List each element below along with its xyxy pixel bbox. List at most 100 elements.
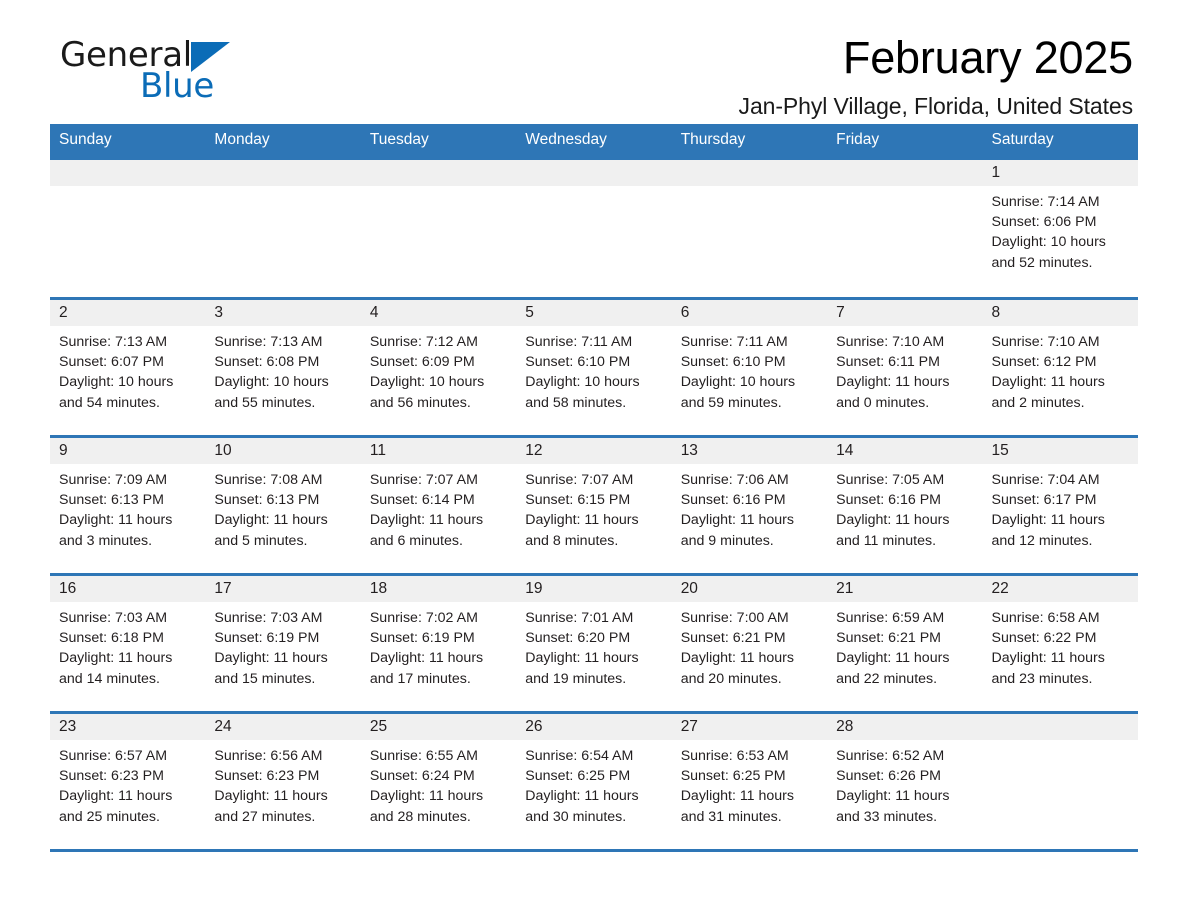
calendar-day-cell[interactable]: 20 Sunrise: 7:00 AM Sunset: 6:21 PM Dayligh… — [671, 573, 828, 713]
calendar-day-cell[interactable]: 1 Sunrise: 7:14 AM Sunset: 6:06 PM Daylight… — [982, 157, 1138, 299]
day-cell-inner: 23 Sunrise: 6:57 AM Sunset: 6:23 PM Dayligh… — [50, 714, 206, 849]
day-number — [671, 160, 828, 186]
day-info-line: Daylight: 11 hours — [369, 650, 484, 667]
day-info-line: Daylight: 11 hours — [369, 512, 484, 529]
calendar-day-cell[interactable]: 16 Sunrise: 7:03 AM Sunset: 6:18 PM Dayligh… — [50, 573, 206, 713]
day-number: 16 — [50, 576, 206, 602]
calendar-day-cell[interactable]: 8 Sunrise: 7:10 AM Sunset: 6:12 PM Daylight… — [982, 297, 1138, 437]
day-number: 18 — [360, 576, 517, 602]
day-cell-inner: 22 Sunrise: 6:58 AM Sunset: 6:22 PM Dayligh… — [982, 576, 1138, 711]
day-info-line: Daylight: 11 hours — [836, 650, 950, 667]
day-info-line: Sunset: 6:25 PM — [680, 768, 786, 785]
day-sun-info: Sunrise: 7:07 AM Sunset: 6:15 PM Daylight:… — [516, 464, 671, 551]
day-cell-inner: 12 Sunrise: 7:07 AM Sunset: 6:15 PM Dayligh… — [516, 438, 672, 573]
day-info-line: Sunset: 6:09 PM — [369, 354, 475, 371]
day-number: 12 — [516, 438, 672, 464]
calendar-day-cell[interactable]: 6 Sunrise: 7:11 AM Sunset: 6:10 PM Daylight… — [671, 297, 828, 437]
calendar-day-cell[interactable]: 13 Sunrise: 7:06 AM Sunset: 6:16 PM Dayligh… — [671, 435, 828, 575]
calendar-week-row: 16 Sunrise: 7:03 AM Sunset: 6:18 PM Dayligh… — [50, 573, 1138, 713]
day-info-line: and 52 minutes. — [991, 254, 1093, 271]
calendar-day-cell[interactable]: 15 Sunrise: 7:04 AM Sunset: 6:17 PM Dayligh… — [982, 435, 1138, 575]
day-info-line: Sunset: 6:21 PM — [836, 630, 941, 647]
calendar-day-cell[interactable]: 11 Sunrise: 7:07 AM Sunset: 6:14 PM Dayligh… — [360, 435, 517, 575]
calendar-day-cell[interactable]: 28 Sunrise: 6:52 AM Sunset: 6:26 PM Dayligh… — [827, 711, 983, 849]
day-cell-inner: 24 Sunrise: 6:56 AM Sunset: 6:23 PM Dayligh… — [205, 714, 361, 849]
calendar-day-cell[interactable]: 26 Sunrise: 6:54 AM Sunset: 6:25 PM Dayligh… — [516, 711, 672, 849]
calendar-day-cell[interactable]: 12 Sunrise: 7:07 AM Sunset: 6:15 PM Dayligh… — [516, 435, 672, 575]
day-info-line: Sunrise: 7:14 AM — [991, 194, 1100, 210]
day-info-line: Daylight: 11 hours — [525, 650, 639, 667]
day-sun-info: Sunrise: 7:10 AM Sunset: 6:12 PM Daylight:… — [983, 326, 1138, 413]
day-sun-info: Sunrise: 7:09 AM Sunset: 6:13 PM Daylight:… — [50, 464, 205, 551]
calendar-day-cell[interactable]: 17 Sunrise: 7:03 AM Sunset: 6:19 PM Dayligh… — [205, 573, 361, 713]
day-cell-inner: 14 Sunrise: 7:05 AM Sunset: 6:16 PM Dayligh… — [827, 438, 983, 573]
calendar-day-cell[interactable]: 14 Sunrise: 7:05 AM Sunset: 6:16 PM Dayligh… — [827, 435, 983, 575]
day-number: 17 — [205, 576, 361, 602]
calendar-head: Sunday Monday Tuesday Wednesday Thursday Frid… — [50, 124, 1138, 159]
day-number: 15 — [982, 438, 1138, 464]
day-info-line: and 6 minutes. — [369, 532, 463, 549]
day-info-line: Sunset: 6:10 PM — [525, 354, 631, 371]
day-info-line: Daylight: 11 hours — [991, 512, 1105, 529]
weekday-header-wednesday: Wednesday — [516, 124, 672, 159]
day-cell-inner — [671, 160, 828, 297]
day-info-line: Sunrise: 6:53 AM — [680, 748, 789, 764]
day-number: 9 — [50, 438, 206, 464]
day-cell-inner: 9 Sunrise: 7:09 AM Sunset: 6:13 PM Daylight… — [50, 438, 206, 573]
day-sun-info: Sunrise: 7:04 AM Sunset: 6:17 PM Daylight:… — [983, 464, 1138, 551]
day-info-line: Daylight: 11 hours — [680, 650, 794, 667]
day-info-line: and 33 minutes. — [836, 808, 938, 825]
day-cell-inner: 4 Sunrise: 7:12 AM Sunset: 6:09 PM Daylight… — [360, 300, 517, 435]
day-info-line: Daylight: 11 hours — [680, 512, 794, 529]
day-number — [827, 160, 983, 186]
calendar-day-cell[interactable]: 3 Sunrise: 7:13 AM Sunset: 6:08 PM Daylight… — [205, 297, 361, 437]
day-info-line: Sunrise: 7:07 AM — [525, 472, 634, 488]
calendar-day-cell[interactable]: 4 Sunrise: 7:12 AM Sunset: 6:09 PM Daylight… — [360, 297, 517, 437]
day-info-line: Daylight: 10 hours — [369, 374, 485, 391]
day-sun-info: Sunrise: 6:53 AM Sunset: 6:25 PM Daylight:… — [672, 740, 827, 827]
day-number: 14 — [827, 438, 983, 464]
calendar-day-cell[interactable]: 5 Sunrise: 7:11 AM Sunset: 6:10 PM Daylight… — [516, 297, 672, 437]
day-info-line: Sunset: 6:26 PM — [836, 768, 941, 785]
day-info-line: and 5 minutes. — [214, 532, 308, 549]
day-sun-info: Sunrise: 7:03 AM Sunset: 6:18 PM Daylight:… — [50, 602, 205, 689]
calendar-day-cell[interactable]: 23 Sunrise: 6:57 AM Sunset: 6:23 PM Dayligh… — [50, 711, 206, 849]
calendar-day-cell[interactable]: 10 Sunrise: 7:08 AM Sunset: 6:13 PM Dayligh… — [205, 435, 361, 575]
day-number: 6 — [671, 300, 828, 326]
day-cell-inner: 25 Sunrise: 6:55 AM Sunset: 6:24 PM Dayligh… — [360, 714, 517, 849]
day-cell-inner: 6 Sunrise: 7:11 AM Sunset: 6:10 PM Daylight… — [671, 300, 828, 435]
calendar-day-cell[interactable]: 21 Sunrise: 6:59 AM Sunset: 6:21 PM Dayligh… — [827, 573, 983, 713]
day-cell-inner — [516, 160, 672, 297]
calendar-day-cell[interactable]: 18 Sunrise: 7:02 AM Sunset: 6:19 PM Dayligh… — [360, 573, 517, 713]
calendar-day-cell[interactable]: 22 Sunrise: 6:58 AM Sunset: 6:22 PM Dayligh… — [982, 573, 1138, 713]
day-info-line: Sunrise: 7:13 AM — [214, 334, 323, 350]
day-info-line: Sunrise: 7:00 AM — [680, 610, 789, 626]
calendar-day-cell[interactable]: 27 Sunrise: 6:53 AM Sunset: 6:25 PM Dayligh… — [671, 711, 828, 849]
day-info-line: and 0 minutes. — [836, 394, 930, 411]
day-sun-info — [516, 186, 671, 192]
day-info-line: Sunset: 6:16 PM — [680, 492, 786, 509]
calendar-day-cell[interactable]: 19 Sunrise: 7:01 AM Sunset: 6:20 PM Dayligh… — [516, 573, 672, 713]
calendar-day-cell[interactable]: 2 Sunrise: 7:13 AM Sunset: 6:07 PM Daylight… — [50, 297, 206, 437]
calendar-day-cell[interactable]: 9 Sunrise: 7:09 AM Sunset: 6:13 PM Daylight… — [50, 435, 206, 575]
calendar-week-row: 9 Sunrise: 7:09 AM Sunset: 6:13 PM Daylight… — [50, 435, 1138, 575]
day-info-line: Sunset: 6:23 PM — [214, 768, 320, 785]
day-info-line: and 56 minutes. — [369, 394, 471, 411]
day-info-line: Daylight: 11 hours — [836, 374, 950, 391]
day-info-line: Sunset: 6:14 PM — [369, 492, 475, 509]
day-cell-inner: 21 Sunrise: 6:59 AM Sunset: 6:21 PM Dayligh… — [827, 576, 983, 711]
day-info-line: Sunset: 6:23 PM — [59, 768, 164, 785]
day-sun-info: Sunrise: 7:07 AM Sunset: 6:14 PM Daylight:… — [361, 464, 516, 551]
day-info-line: Sunrise: 6:54 AM — [525, 748, 634, 764]
calendar-day-cell[interactable]: 25 Sunrise: 6:55 AM Sunset: 6:24 PM Dayligh… — [360, 711, 517, 849]
day-number: 10 — [205, 438, 361, 464]
weekday-header-monday: Monday — [205, 124, 361, 159]
calendar-day-cell[interactable]: 24 Sunrise: 6:56 AM Sunset: 6:23 PM Dayligh… — [205, 711, 361, 849]
day-sun-info: Sunrise: 7:08 AM Sunset: 6:13 PM Daylight:… — [205, 464, 360, 551]
day-info-line: Daylight: 11 hours — [214, 650, 328, 667]
day-info-line: Sunrise: 6:52 AM — [836, 748, 945, 764]
calendar-day-cell[interactable]: 7 Sunrise: 7:10 AM Sunset: 6:11 PM Daylight… — [827, 297, 983, 437]
day-number — [205, 160, 361, 186]
day-info-line: and 20 minutes. — [680, 670, 782, 687]
day-number: 8 — [982, 300, 1138, 326]
